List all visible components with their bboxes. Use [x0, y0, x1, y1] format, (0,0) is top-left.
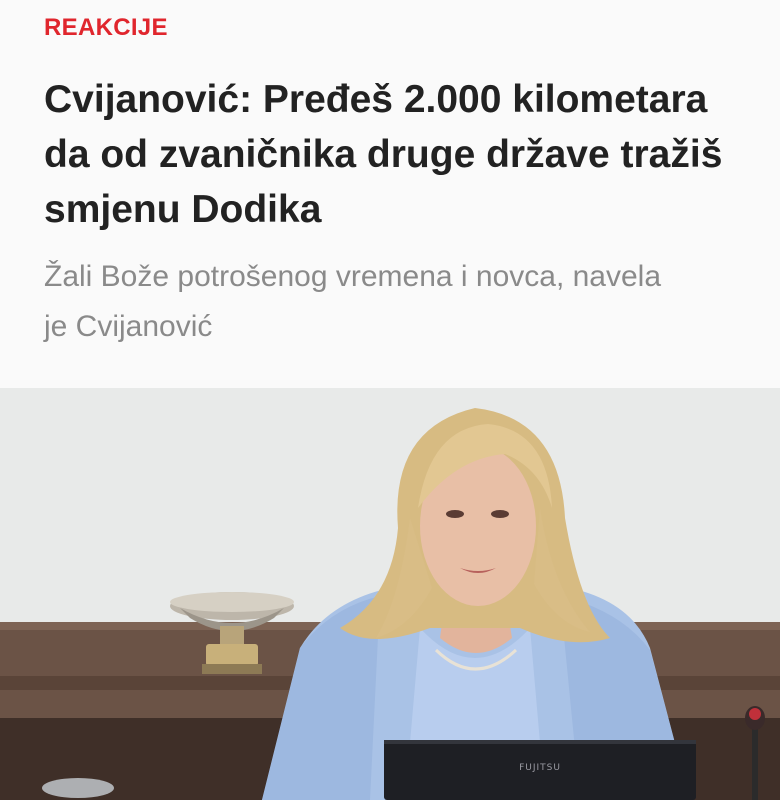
article-photo[interactable]: FUJITSU [0, 388, 780, 800]
photo-illustration: FUJITSU [0, 388, 780, 800]
laptop: FUJITSU [384, 740, 696, 800]
category-label[interactable]: REAKCIJE [44, 14, 168, 42]
article-headline[interactable]: Cvijanović: Pređeš 2.000 kilometara da o… [44, 72, 744, 237]
water-glass [42, 778, 114, 798]
article-header: REAKCIJE Cvijanović: Pređeš 2.000 kilome… [0, 0, 780, 388]
article-subtitle: Žali Bože potrošenog vremena i novca, na… [44, 260, 662, 343]
laptop-brand-label: FUJITSU [519, 763, 561, 773]
